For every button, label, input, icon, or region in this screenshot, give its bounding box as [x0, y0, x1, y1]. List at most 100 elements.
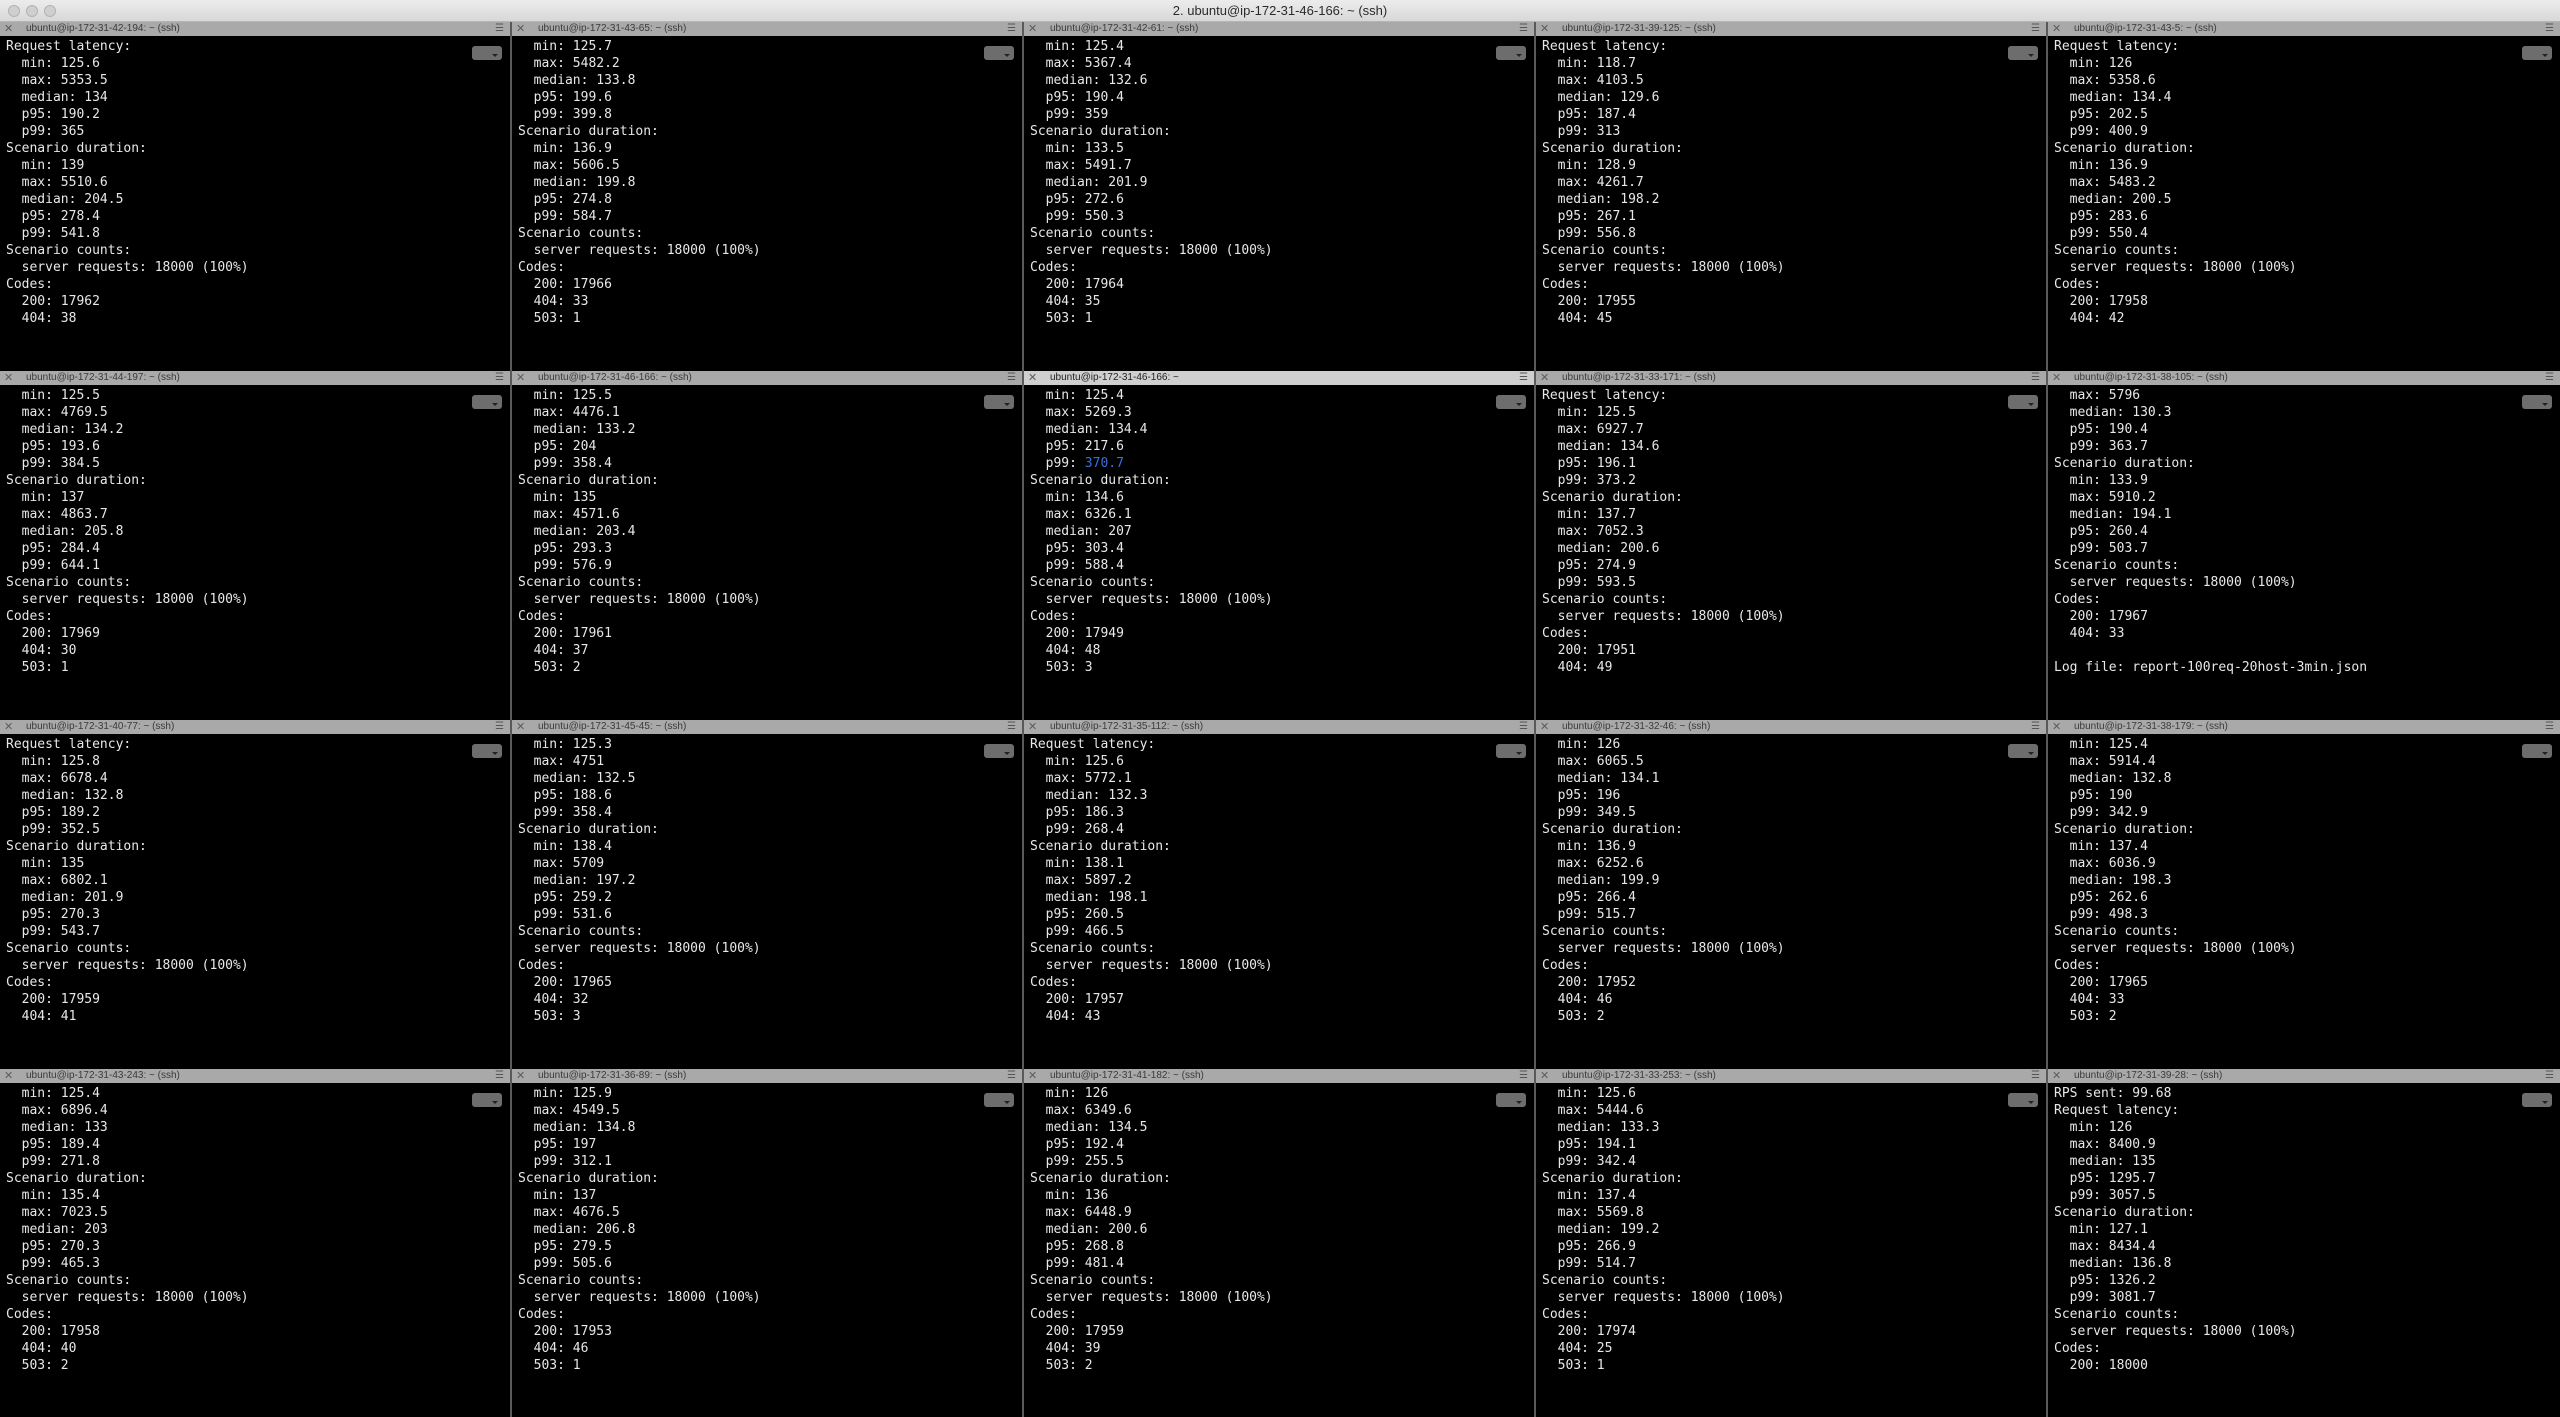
pane-menu-icon[interactable]: ☰	[2545, 1069, 2554, 1083]
pane-header[interactable]: ✕ ubuntu@ip-172-31-32-46: ~ (ssh) ☰	[1536, 720, 2046, 734]
scrollbar-thumb[interactable]	[984, 744, 1014, 758]
pane-header[interactable]: ✕ ubuntu@ip-172-31-46-166: ~ ☰	[1024, 371, 1534, 385]
close-pane-icon[interactable]: ✕	[516, 720, 525, 734]
terminal-pane[interactable]: ✕ ubuntu@ip-172-31-38-105: ~ (ssh) ☰ max: …	[2048, 371, 2560, 720]
terminal-pane[interactable]: ✕ ubuntu@ip-172-31-33-253: ~ (ssh) ☰ min: …	[1536, 1069, 2048, 1417]
close-pane-icon[interactable]: ✕	[1540, 1069, 1549, 1083]
terminal-pane[interactable]: ✕ ubuntu@ip-172-31-43-65: ~ (ssh) ☰ min: 1…	[512, 22, 1024, 371]
pane-header[interactable]: ✕ ubuntu@ip-172-31-44-197: ~ (ssh) ☰	[0, 371, 510, 385]
close-pane-icon[interactable]: ✕	[1028, 720, 1037, 734]
close-pane-icon[interactable]: ✕	[1540, 720, 1549, 734]
pane-menu-icon[interactable]: ☰	[2031, 1069, 2040, 1083]
terminal-pane[interactable]: ✕ ubuntu@ip-172-31-32-46: ~ (ssh) ☰ min: 1…	[1536, 720, 2048, 1069]
scrollbar-thumb[interactable]	[2008, 395, 2038, 409]
close-pane-icon[interactable]: ✕	[516, 371, 525, 385]
pane-menu-icon[interactable]: ☰	[2031, 22, 2040, 36]
scrollbar-thumb[interactable]	[2008, 1093, 2038, 1107]
close-pane-icon[interactable]: ✕	[1540, 22, 1549, 36]
scrollbar-thumb[interactable]	[1496, 1093, 1526, 1107]
pane-menu-icon[interactable]: ☰	[495, 22, 504, 36]
pane-menu-icon[interactable]: ☰	[495, 1069, 504, 1083]
terminal-pane[interactable]: ✕ ubuntu@ip-172-31-44-197: ~ (ssh) ☰ min: …	[0, 371, 512, 720]
pane-header[interactable]: ✕ ubuntu@ip-172-31-39-125: ~ (ssh) ☰	[1536, 22, 2046, 36]
pane-header[interactable]: ✕ ubuntu@ip-172-31-41-182: ~ (ssh) ☰	[1024, 1069, 1534, 1083]
close-pane-icon[interactable]: ✕	[1540, 371, 1549, 385]
terminal-pane[interactable]: ✕ ubuntu@ip-172-31-38-179: ~ (ssh) ☰ min: …	[2048, 720, 2560, 1069]
pane-header[interactable]: ✕ ubuntu@ip-172-31-43-5: ~ (ssh) ☰	[2048, 22, 2560, 36]
scrollbar-thumb[interactable]	[984, 46, 1014, 60]
scrollbar-thumb[interactable]	[1496, 46, 1526, 60]
terminal-pane[interactable]: ✕ ubuntu@ip-172-31-39-28: ~ (ssh) ☰ RPS sen…	[2048, 1069, 2560, 1417]
pane-menu-icon[interactable]: ☰	[1007, 371, 1016, 385]
scrollbar-thumb[interactable]	[2522, 46, 2552, 60]
close-pane-icon[interactable]: ✕	[4, 371, 13, 385]
scrollbar-thumb[interactable]	[2522, 395, 2552, 409]
pane-menu-icon[interactable]: ☰	[1007, 1069, 1016, 1083]
pane-header[interactable]: ✕ ubuntu@ip-172-31-43-243: ~ (ssh) ☰	[0, 1069, 510, 1083]
scrollbar-thumb[interactable]	[2522, 1093, 2552, 1107]
close-pane-icon[interactable]: ✕	[516, 22, 525, 36]
pane-header[interactable]: ✕ ubuntu@ip-172-31-46-166: ~ (ssh) ☰	[512, 371, 1022, 385]
pane-menu-icon[interactable]: ☰	[2545, 720, 2554, 734]
terminal-pane[interactable]: ✕ ubuntu@ip-172-31-40-77: ~ (ssh) ☰ Request…	[0, 720, 512, 1069]
scrollbar-thumb[interactable]	[984, 395, 1014, 409]
scrollbar-thumb[interactable]	[472, 46, 502, 60]
close-pane-icon[interactable]: ✕	[4, 1069, 13, 1083]
terminal-pane[interactable]: ✕ ubuntu@ip-172-31-35-112: ~ (ssh) ☰ Reques…	[1024, 720, 1536, 1069]
scrollbar-thumb[interactable]	[472, 395, 502, 409]
pane-menu-icon[interactable]: ☰	[1519, 371, 1528, 385]
pane-header[interactable]: ✕ ubuntu@ip-172-31-38-105: ~ (ssh) ☰	[2048, 371, 2560, 385]
pane-header[interactable]: ✕ ubuntu@ip-172-31-35-112: ~ (ssh) ☰	[1024, 720, 1534, 734]
terminal-pane[interactable]: ✕ ubuntu@ip-172-31-36-89: ~ (ssh) ☰ min: 1…	[512, 1069, 1024, 1417]
close-pane-icon[interactable]: ✕	[1028, 1069, 1037, 1083]
close-pane-icon[interactable]: ✕	[4, 720, 13, 734]
pane-menu-icon[interactable]: ☰	[2545, 371, 2554, 385]
scrollbar-thumb[interactable]	[984, 1093, 1014, 1107]
scrollbar-thumb[interactable]	[472, 1093, 502, 1107]
terminal-pane[interactable]: ✕ ubuntu@ip-172-31-42-194: ~ (ssh) ☰ Reques…	[0, 22, 512, 371]
pane-menu-icon[interactable]: ☰	[1007, 22, 1016, 36]
pane-header[interactable]: ✕ ubuntu@ip-172-31-42-194: ~ (ssh) ☰	[0, 22, 510, 36]
terminal-pane[interactable]: ✕ ubuntu@ip-172-31-42-61: ~ (ssh) ☰ min: 1…	[1024, 22, 1536, 371]
scrollbar-thumb[interactable]	[472, 744, 502, 758]
pane-header[interactable]: ✕ ubuntu@ip-172-31-43-65: ~ (ssh) ☰	[512, 22, 1022, 36]
close-pane-icon[interactable]: ✕	[1028, 22, 1037, 36]
pane-menu-icon[interactable]: ☰	[1007, 720, 1016, 734]
pane-menu-icon[interactable]: ☰	[2031, 371, 2040, 385]
terminal-pane[interactable]: ✕ ubuntu@ip-172-31-46-166: ~ ☰ min: 125.4 …	[1024, 371, 1536, 720]
pane-header[interactable]: ✕ ubuntu@ip-172-31-39-28: ~ (ssh) ☰	[2048, 1069, 2560, 1083]
pane-header[interactable]: ✕ ubuntu@ip-172-31-36-89: ~ (ssh) ☰	[512, 1069, 1022, 1083]
pane-menu-icon[interactable]: ☰	[1519, 720, 1528, 734]
pane-header[interactable]: ✕ ubuntu@ip-172-31-40-77: ~ (ssh) ☰	[0, 720, 510, 734]
close-pane-icon[interactable]: ✕	[2052, 1069, 2061, 1083]
pane-header[interactable]: ✕ ubuntu@ip-172-31-33-253: ~ (ssh) ☰	[1536, 1069, 2046, 1083]
pane-menu-icon[interactable]: ☰	[495, 720, 504, 734]
terminal-pane[interactable]: ✕ ubuntu@ip-172-31-33-171: ~ (ssh) ☰ Reques…	[1536, 371, 2048, 720]
terminal-pane[interactable]: ✕ ubuntu@ip-172-31-43-243: ~ (ssh) ☰ min: …	[0, 1069, 512, 1417]
terminal-pane[interactable]: ✕ ubuntu@ip-172-31-45-45: ~ (ssh) ☰ min: 1…	[512, 720, 1024, 1069]
scrollbar-thumb[interactable]	[2522, 744, 2552, 758]
pane-menu-icon[interactable]: ☰	[495, 371, 504, 385]
pane-menu-icon[interactable]: ☰	[2031, 720, 2040, 734]
scrollbar-thumb[interactable]	[2008, 744, 2038, 758]
terminal-pane[interactable]: ✕ ubuntu@ip-172-31-46-166: ~ (ssh) ☰ min: …	[512, 371, 1024, 720]
pane-menu-icon[interactable]: ☰	[1519, 1069, 1528, 1083]
pane-menu-icon[interactable]: ☰	[2545, 22, 2554, 36]
scrollbar-thumb[interactable]	[1496, 744, 1526, 758]
close-pane-icon[interactable]: ✕	[2052, 371, 2061, 385]
close-pane-icon[interactable]: ✕	[1028, 371, 1037, 385]
pane-header[interactable]: ✕ ubuntu@ip-172-31-33-171: ~ (ssh) ☰	[1536, 371, 2046, 385]
close-pane-icon[interactable]: ✕	[4, 22, 13, 36]
pane-header[interactable]: ✕ ubuntu@ip-172-31-38-179: ~ (ssh) ☰	[2048, 720, 2560, 734]
pane-header[interactable]: ✕ ubuntu@ip-172-31-45-45: ~ (ssh) ☰	[512, 720, 1022, 734]
pane-menu-icon[interactable]: ☰	[1519, 22, 1528, 36]
close-pane-icon[interactable]: ✕	[516, 1069, 525, 1083]
terminal-pane[interactable]: ✕ ubuntu@ip-172-31-43-5: ~ (ssh) ☰ Request …	[2048, 22, 2560, 371]
scrollbar-thumb[interactable]	[1496, 395, 1526, 409]
pane-header[interactable]: ✕ ubuntu@ip-172-31-42-61: ~ (ssh) ☰	[1024, 22, 1534, 36]
close-pane-icon[interactable]: ✕	[2052, 22, 2061, 36]
terminal-pane[interactable]: ✕ ubuntu@ip-172-31-39-125: ~ (ssh) ☰ Reques…	[1536, 22, 2048, 371]
scrollbar-thumb[interactable]	[2008, 46, 2038, 60]
close-pane-icon[interactable]: ✕	[2052, 720, 2061, 734]
terminal-pane[interactable]: ✕ ubuntu@ip-172-31-41-182: ~ (ssh) ☰ min: …	[1024, 1069, 1536, 1417]
